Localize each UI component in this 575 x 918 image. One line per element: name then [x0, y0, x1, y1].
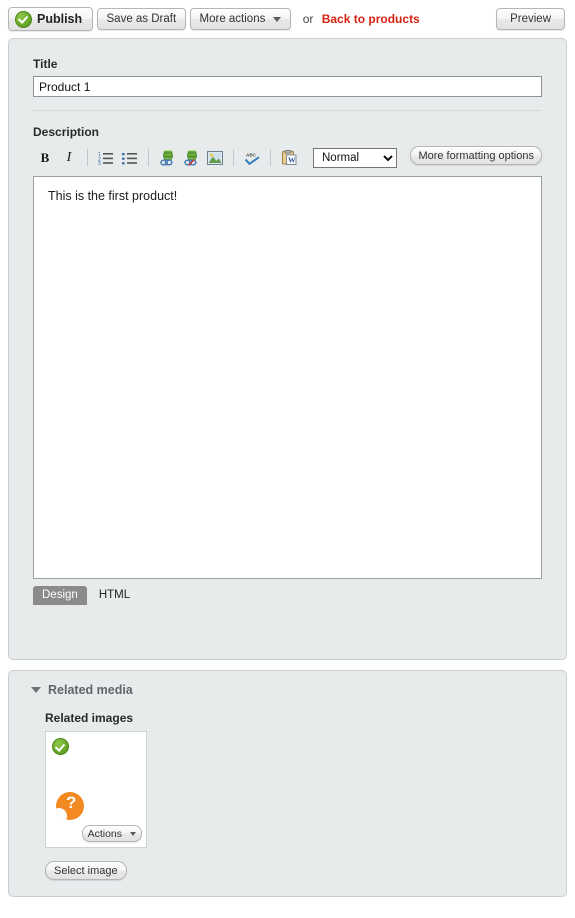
thumbnail-actions-button[interactable]: Actions	[81, 825, 142, 842]
or-separator-text: or	[302, 12, 314, 26]
related-media-panel: Related media Related images Actions Sel…	[8, 670, 567, 897]
related-images-label: Related images	[45, 711, 134, 725]
description-field-label: Description	[33, 125, 100, 139]
product-details-panel: Title Description B I 1 2 3	[8, 38, 567, 660]
more-actions-button[interactable]: More actions	[189, 8, 292, 30]
svg-text:W: W	[288, 156, 296, 165]
title-field-label: Title	[33, 57, 58, 71]
more-formatting-options-button[interactable]: More formatting options	[410, 146, 542, 165]
toolbar-separator	[233, 149, 234, 166]
editor-content-text: This is the first product!	[48, 189, 178, 203]
select-image-button[interactable]: Select image	[45, 861, 127, 880]
insert-image-icon[interactable]	[203, 146, 227, 169]
related-media-title: Related media	[48, 683, 133, 697]
editor-toolbar: B I 1 2 3 ABC W Normal More formatting o…	[33, 144, 542, 171]
title-input[interactable]	[33, 76, 542, 97]
insert-link-icon[interactable]	[155, 146, 179, 169]
tab-design[interactable]: Design	[33, 586, 87, 605]
save-as-draft-button[interactable]: Save as Draft	[96, 8, 187, 30]
publish-button[interactable]: Publish	[8, 7, 94, 31]
toolbar-separator	[87, 149, 88, 166]
green-check-circle-icon	[52, 738, 69, 755]
toolbar-separator	[270, 149, 271, 166]
svg-text:3: 3	[98, 161, 101, 165]
tab-html[interactable]: HTML	[90, 586, 139, 605]
description-editor-body[interactable]: This is the first product!	[33, 176, 542, 579]
chevron-down-icon	[130, 831, 136, 836]
format-select[interactable]: Normal	[313, 147, 397, 168]
ordered-list-icon[interactable]: 1 2 3	[94, 146, 118, 169]
save-as-draft-label: Save as Draft	[106, 13, 177, 25]
bold-icon[interactable]: B	[33, 146, 57, 169]
preview-button[interactable]: Preview	[496, 8, 565, 30]
svg-text:ABC: ABC	[246, 152, 257, 157]
related-media-header: Related media	[31, 683, 552, 697]
preview-button-label: Preview	[510, 13, 551, 25]
back-to-products-link[interactable]: Back to products	[322, 12, 420, 26]
select-image-label: Select image	[54, 864, 118, 877]
editor-view-tabs: Design HTML	[33, 586, 542, 605]
unordered-list-icon[interactable]	[118, 146, 142, 169]
paste-from-word-icon[interactable]: W	[277, 146, 301, 169]
italic-icon[interactable]: I	[57, 146, 81, 169]
toolbar-separator	[148, 149, 149, 166]
action-bar: Publish Save as Draft More actions or Ba…	[0, 0, 575, 38]
more-formatting-options-label: More formatting options	[418, 149, 534, 162]
publish-button-label: Publish	[37, 12, 83, 26]
spellcheck-icon[interactable]: ABC	[240, 146, 264, 169]
green-check-circle-icon	[15, 10, 32, 28]
related-image-thumbnail[interactable]: Actions	[45, 731, 147, 848]
remove-link-icon[interactable]	[179, 146, 203, 169]
chevron-down-icon	[273, 16, 282, 22]
thumbnail-actions-label: Actions	[87, 827, 122, 840]
broken-image-icon	[56, 792, 84, 820]
collapse-triangle-icon[interactable]	[31, 687, 41, 693]
more-actions-label: More actions	[199, 13, 266, 25]
field-divider	[33, 110, 542, 111]
